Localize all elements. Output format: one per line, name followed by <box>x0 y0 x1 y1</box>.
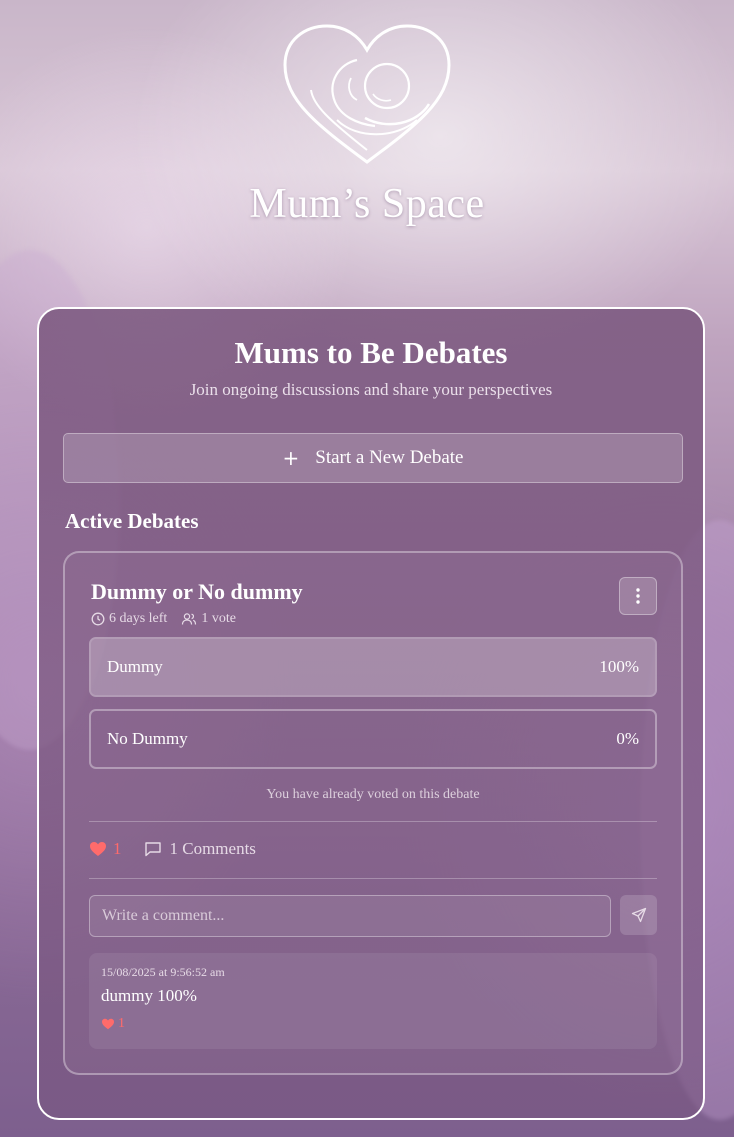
page-title: Mums to Be Debates <box>234 335 508 370</box>
comment-icon[interactable] <box>144 841 162 857</box>
comment-input[interactable] <box>89 895 611 937</box>
debate-actions: 1 1 Comments <box>89 839 256 859</box>
vote-count: 1 vote <box>201 611 236 626</box>
comment-text: dummy 100% <box>101 986 197 1005</box>
send-comment-button[interactable] <box>620 895 657 935</box>
vote-option-label: Dummy <box>107 657 163 676</box>
vote-option-percent: 100% <box>599 657 639 676</box>
brand-name: Mum’s Space <box>249 181 485 227</box>
send-icon <box>631 907 646 923</box>
vote-option-label: No Dummy <box>107 729 188 748</box>
start-new-debate-label: Start a New Debate <box>315 447 464 468</box>
more-vertical-icon <box>636 588 640 604</box>
vote-option-no-dummy[interactable]: No Dummy 0% <box>89 709 657 769</box>
heart-logo-icon <box>283 24 451 164</box>
debate-meta: 6 days left 1 vote <box>91 611 236 627</box>
comment-likes: 1 <box>101 1016 645 1032</box>
voted-note: You have already voted on this debate <box>266 787 480 802</box>
like-count: 1 <box>113 839 122 858</box>
comment-timestamp: 15/08/2025 at 9:56:52 am <box>101 965 225 979</box>
more-options-button[interactable] <box>619 577 657 615</box>
time-left: 6 days left <box>109 611 168 626</box>
comments-count[interactable]: 1 Comments <box>170 839 256 859</box>
start-new-debate-button[interactable]: + Start a New Debate <box>63 433 683 483</box>
debates-panel: Mums to Be Debates Join ongoing discussi… <box>37 307 705 1120</box>
brand-logo: Mum’s Space <box>0 20 734 228</box>
divider <box>89 878 657 879</box>
plus-icon: + <box>282 446 300 470</box>
heart-icon[interactable] <box>101 1018 115 1030</box>
users-icon <box>182 613 197 625</box>
debate-title: Dummy or No dummy <box>91 579 303 604</box>
vote-option-dummy[interactable]: Dummy 100% <box>89 637 657 697</box>
page-subtitle: Join ongoing discussions and share your … <box>189 380 553 399</box>
comment-item: 15/08/2025 at 9:56:52 am dummy 100% 1 <box>89 953 657 1049</box>
clock-icon <box>91 612 105 626</box>
heart-icon[interactable] <box>89 841 107 857</box>
divider <box>89 821 657 822</box>
section-heading: Active Debates <box>65 509 199 533</box>
vote-option-fill <box>91 639 655 695</box>
comment-like-count: 1 <box>118 1016 125 1031</box>
vote-option-percent: 0% <box>616 729 639 748</box>
debate-card: Dummy or No dummy 6 days left 1 vote Dum… <box>63 551 683 1075</box>
